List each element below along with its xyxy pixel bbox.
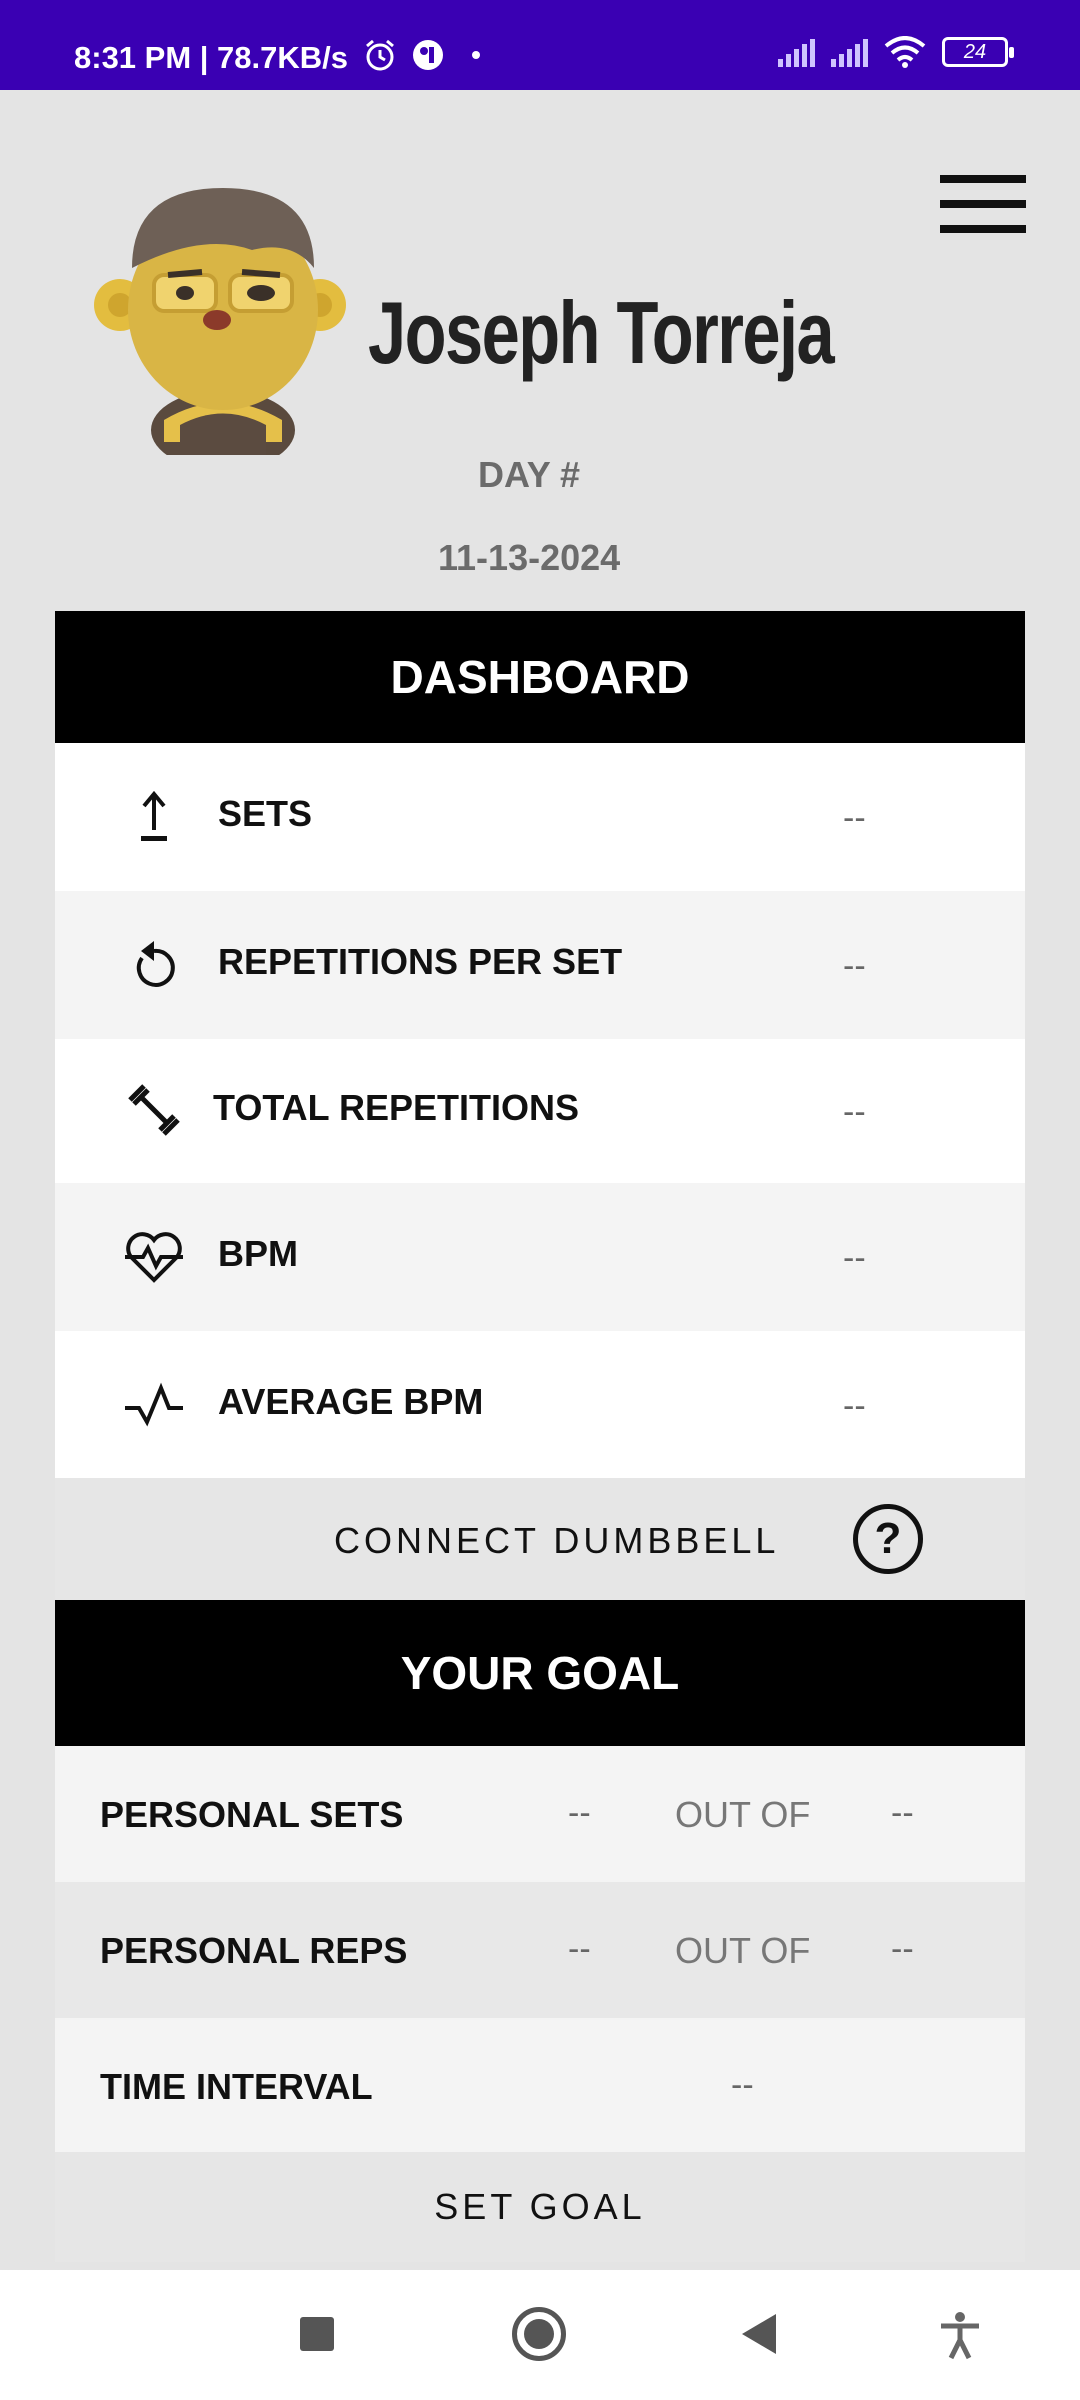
status-bar: 8:31 PM | 78.7KB/s 24 bbox=[0, 0, 1080, 90]
help-icon[interactable]: ? bbox=[853, 1504, 923, 1574]
sets-label: SETS bbox=[218, 793, 313, 834]
home-icon[interactable] bbox=[512, 2307, 566, 2361]
set-goal-button[interactable]: SET GOAL bbox=[55, 2152, 1025, 2262]
goal-row-personal-reps: PERSONAL REPS -- OUT OF -- bbox=[55, 1882, 1025, 2018]
user-name: Joseph Torreja bbox=[368, 283, 835, 382]
bpm-label: BPM bbox=[218, 1233, 298, 1274]
battery-level: 24 bbox=[963, 40, 987, 63]
personal-reps-current: -- bbox=[568, 1930, 591, 1968]
day-number-label: DAY # bbox=[478, 454, 581, 495]
signal-icon bbox=[831, 37, 868, 67]
upload-arrow-icon bbox=[123, 786, 185, 848]
dashboard-row-sets: SETS -- bbox=[55, 743, 1025, 891]
avg-bpm-value: -- bbox=[843, 1387, 866, 1425]
dumbbell-icon bbox=[123, 1079, 185, 1141]
time-interval-value: -- bbox=[731, 2066, 754, 2104]
avg-bpm-label: AVERAGE BPM bbox=[218, 1381, 484, 1422]
personal-sets-label: PERSONAL SETS bbox=[100, 1794, 404, 1835]
dashboard-row-avg-bpm: AVERAGE BPM -- bbox=[55, 1331, 1025, 1478]
dashboard-header: DASHBOARD bbox=[55, 611, 1025, 743]
connect-dumbbell-label: CONNECT DUMBBELL bbox=[334, 1520, 780, 1561]
goal-row-personal-sets: PERSONAL SETS -- OUT OF -- bbox=[55, 1746, 1025, 1882]
status-time-speed: 8:31 PM | 78.7KB/s bbox=[74, 40, 349, 75]
status-left-icons bbox=[363, 38, 493, 72]
reps-per-set-label: REPETITIONS PER SET bbox=[218, 941, 623, 982]
system-nav-bar bbox=[0, 2270, 1080, 2400]
dashboard-row-total-reps: TOTAL REPETITIONS -- bbox=[55, 1039, 1025, 1183]
bpm-value: -- bbox=[843, 1239, 866, 1277]
wifi-icon bbox=[884, 36, 926, 68]
goal-row-time-interval: TIME INTERVAL -- bbox=[55, 2018, 1025, 2152]
total-reps-value: -- bbox=[843, 1093, 866, 1131]
personal-reps-out-of: OUT OF bbox=[675, 1930, 811, 1971]
refresh-icon bbox=[123, 934, 185, 996]
battery-icon: 24 bbox=[942, 37, 1014, 67]
goal-header: YOUR GOAL bbox=[55, 1600, 1025, 1746]
pulse-line-icon bbox=[123, 1374, 185, 1436]
status-right-icons: 24 bbox=[778, 36, 1014, 68]
avatar bbox=[94, 188, 346, 455]
dashboard-row-bpm: BPM -- bbox=[55, 1183, 1025, 1331]
recent-apps-icon[interactable] bbox=[300, 2317, 334, 2351]
signal-icon bbox=[778, 37, 815, 67]
personal-reps-target: -- bbox=[891, 1930, 914, 1968]
app-notification-icon bbox=[413, 40, 443, 70]
hamburger-menu-icon[interactable] bbox=[940, 175, 1026, 243]
personal-sets-current: -- bbox=[568, 1794, 591, 1832]
dot-icon bbox=[472, 51, 480, 59]
back-icon[interactable] bbox=[742, 2314, 776, 2354]
current-date: 11-13-2024 bbox=[438, 537, 621, 578]
reps-per-set-value: -- bbox=[843, 947, 866, 985]
personal-sets-target: -- bbox=[891, 1794, 914, 1832]
time-interval-label: TIME INTERVAL bbox=[100, 2066, 373, 2107]
sets-value: -- bbox=[843, 799, 866, 837]
personal-reps-label: PERSONAL REPS bbox=[100, 1930, 408, 1971]
total-reps-label: TOTAL REPETITIONS bbox=[213, 1087, 580, 1128]
accessibility-icon[interactable] bbox=[935, 2310, 985, 2360]
connect-dumbbell-button[interactable]: CONNECT DUMBBELL ? bbox=[55, 1478, 1025, 1600]
alarm-icon bbox=[366, 39, 394, 71]
personal-sets-out-of: OUT OF bbox=[675, 1794, 811, 1835]
heart-pulse-icon bbox=[123, 1226, 185, 1288]
dashboard-row-reps-per-set: REPETITIONS PER SET -- bbox=[55, 891, 1025, 1039]
